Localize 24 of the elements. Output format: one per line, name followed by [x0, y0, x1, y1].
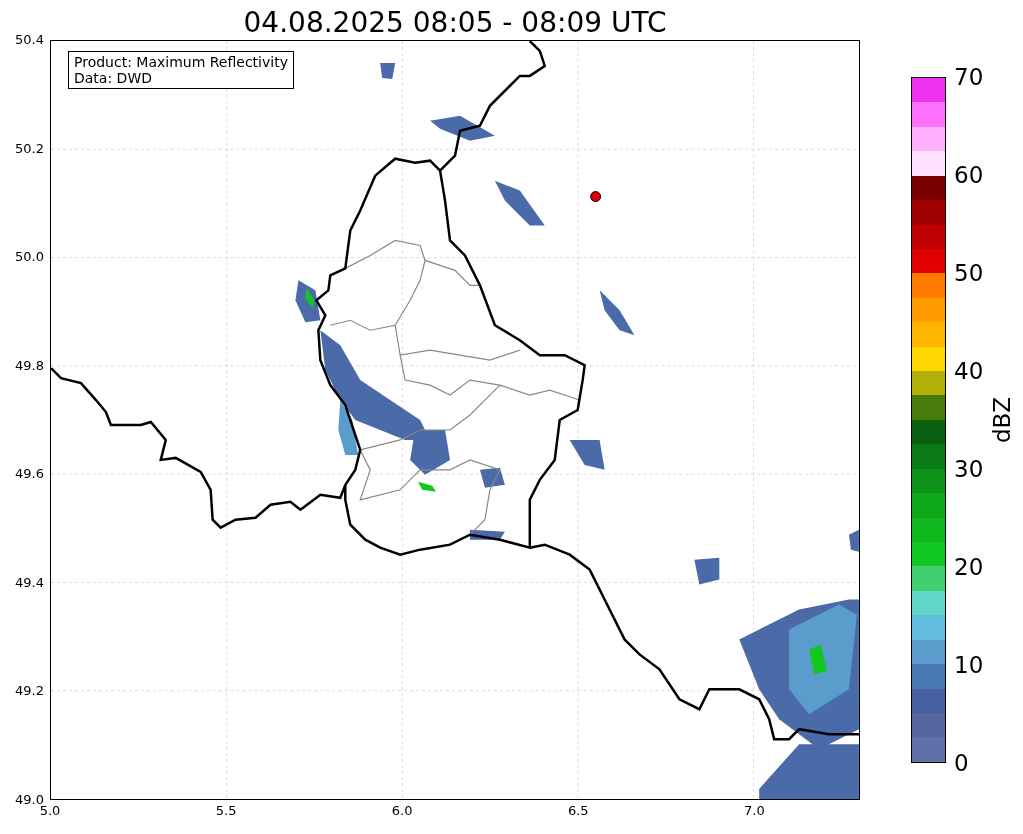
- x-tick-label: 7.0: [744, 803, 765, 819]
- colorbar-tick-label: 10: [954, 652, 984, 678]
- y-tick-label: 50.4: [15, 32, 44, 48]
- colorbar-tick-label: 30: [954, 456, 984, 482]
- x-tick-label: 6.5: [567, 803, 589, 819]
- y-tick-label: 49.8: [15, 357, 44, 374]
- y-tick-label: 49.2: [15, 683, 44, 700]
- info-text: Product: Maximum Reflectivity: [74, 54, 288, 70]
- y-tick-label: 50.0: [15, 249, 44, 266]
- y-tick-label: 50.2: [15, 140, 44, 157]
- chart-title: 04.08.2025 08:05 - 08:09 UTC: [243, 6, 667, 40]
- y-tick-label: 49.6: [15, 466, 44, 483]
- colorbar-label: dBZ: [989, 396, 1015, 444]
- colorbar-tick-label: 70: [954, 64, 984, 90]
- colorbar-tick-label: 50: [954, 260, 984, 286]
- info-text: Data: DWD: [74, 70, 153, 86]
- x-tick-label: 6.0: [391, 803, 413, 819]
- y-tick-label: 49.4: [15, 574, 44, 591]
- location-marker: [590, 191, 602, 203]
- colorbar-tick-label: 20: [954, 554, 984, 580]
- colorbar-tick-label: 0: [954, 750, 969, 776]
- colorbar-tick-label: 40: [954, 358, 984, 384]
- colorbar-tick-label: 60: [954, 162, 984, 188]
- x-tick-label: 5.5: [215, 803, 237, 819]
